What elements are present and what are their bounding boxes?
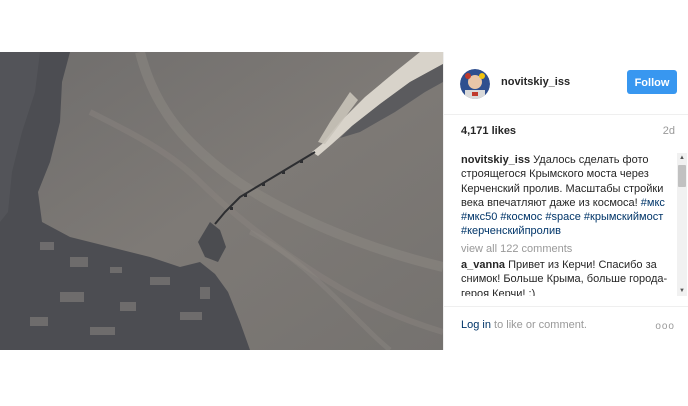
login-link[interactable]: Log in [461, 319, 491, 331]
post-age[interactable]: 2d [663, 125, 675, 137]
hashtag[interactable]: #космос [500, 211, 542, 223]
post-footer: Log in to like or comment. ooo [444, 306, 688, 351]
view-all-comments-link[interactable]: view all 122 comments [461, 242, 669, 256]
avatar[interactable] [460, 69, 490, 99]
likes-count[interactable]: 4,171 likes [461, 125, 516, 137]
satellite-image [0, 52, 443, 350]
comment-username[interactable]: a_vanna [461, 259, 505, 271]
post-header: novitskiy_iss Follow [444, 52, 688, 115]
comment: a_vanna Привет из Керчи! Спасибо за сним… [461, 258, 669, 296]
post-author-username[interactable]: novitskiy_iss [501, 76, 570, 88]
hashtag[interactable]: #space [545, 211, 580, 223]
hashtag[interactable]: #крымскиймост [584, 211, 663, 223]
scrollbar-thumb[interactable] [678, 165, 686, 187]
scroll-down-arrow-icon[interactable]: ▼ [677, 286, 687, 296]
post-photo-kerch-strait[interactable] [0, 52, 443, 350]
follow-button[interactable]: Follow [627, 70, 677, 94]
caption-username[interactable]: novitskiy_iss [461, 154, 530, 166]
caption: novitskiy_iss Удалось сделать фото строя… [461, 153, 669, 239]
more-options-icon[interactable]: ooo [655, 321, 675, 332]
comments-scrollbar[interactable]: ▲ ▼ [677, 153, 687, 296]
hashtag[interactable]: #мкс50 [461, 211, 497, 223]
hashtag[interactable]: #мкс [641, 197, 665, 209]
hashtag[interactable]: #керченскийпролив [461, 225, 561, 237]
login-prompt: Log in to like or comment. [461, 319, 587, 331]
astronaut-avatar-icon [460, 69, 490, 99]
post-sidebar: novitskiy_iss Follow 4,171 likes 2d novi… [443, 52, 688, 350]
instagram-post-embed: novitskiy_iss Follow 4,171 likes 2d novi… [0, 52, 688, 350]
comments-list[interactable]: novitskiy_iss Удалось сделать фото строя… [461, 153, 669, 296]
scroll-up-arrow-icon[interactable]: ▲ [677, 153, 687, 163]
login-prompt-text: to like or comment. [490, 319, 587, 331]
